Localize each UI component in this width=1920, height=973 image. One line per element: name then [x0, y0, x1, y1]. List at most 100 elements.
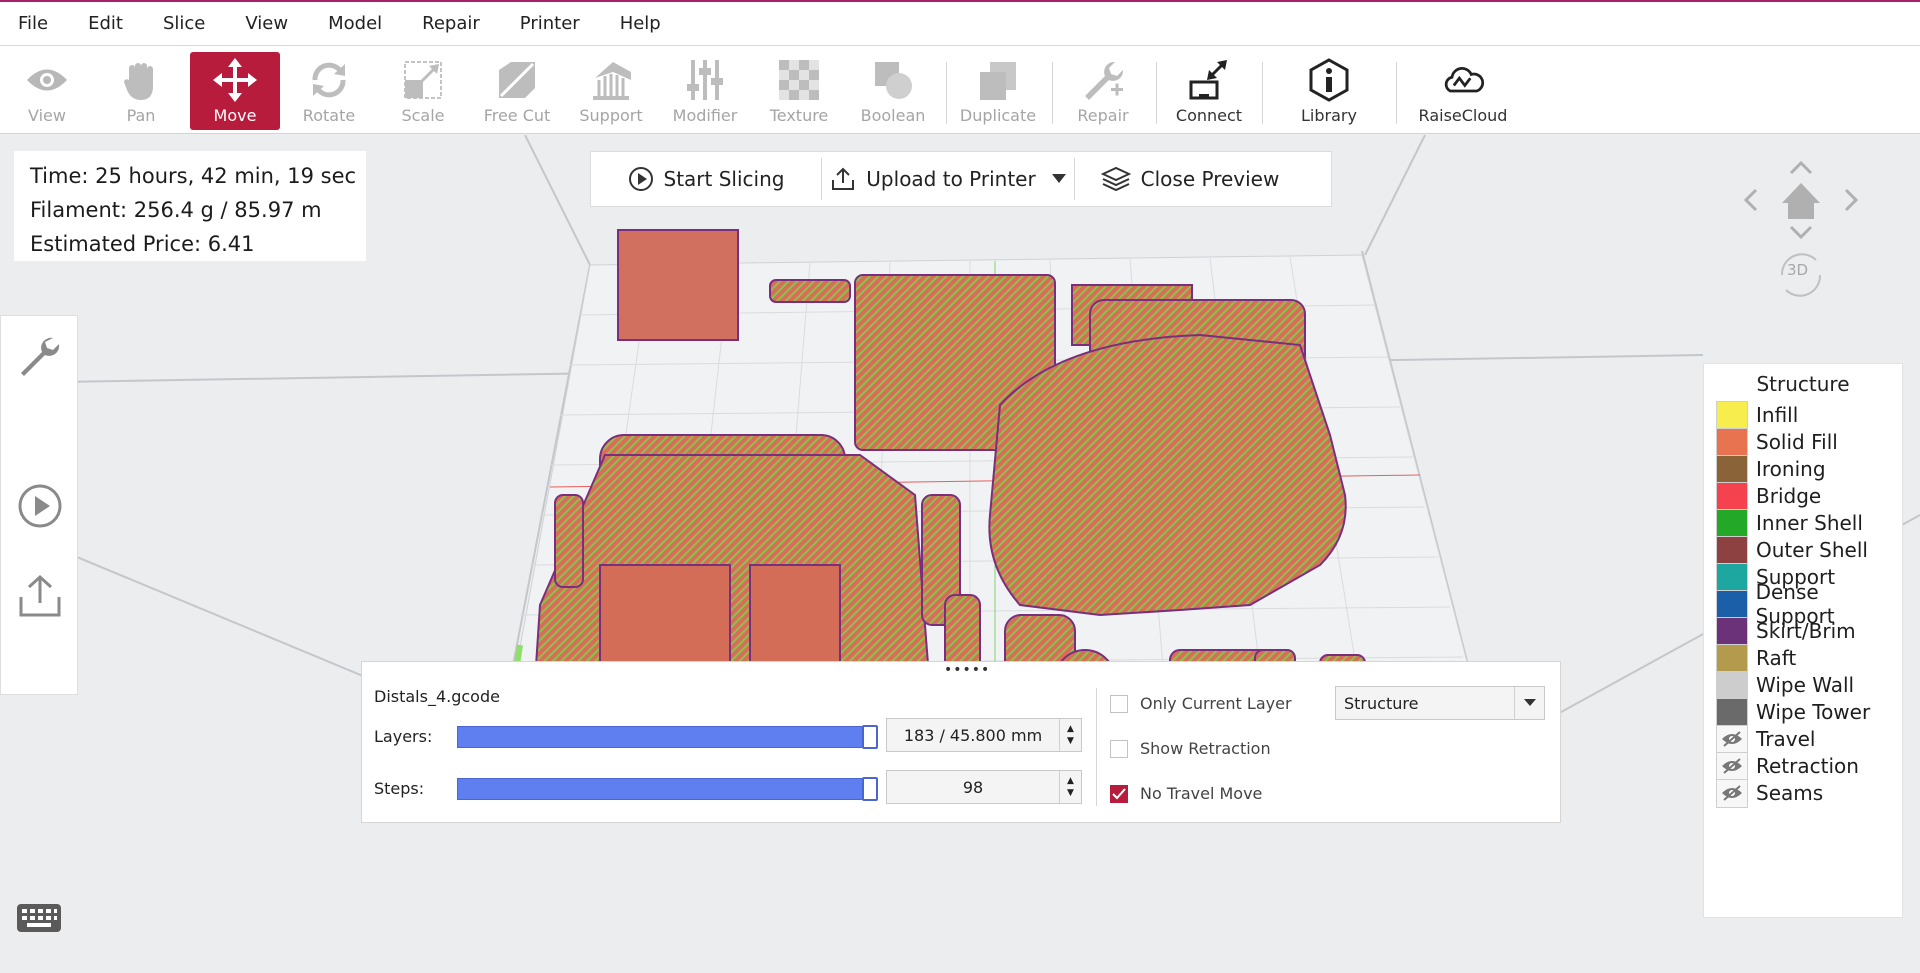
legend-item: Solid Fill [1716, 427, 1838, 457]
legend-label: Infill [1756, 403, 1799, 427]
texture-tool-button[interactable]: Texture [754, 52, 844, 130]
support-tool-button[interactable]: Support [566, 52, 656, 130]
menu-bar: File Edit Slice View Model Repair Printe… [0, 0, 1920, 46]
steps-spin-arrows[interactable]: ▲ ▼ [1059, 771, 1081, 803]
legend-item: Wipe Tower [1716, 697, 1870, 727]
view-mode-select[interactable]: Structure [1335, 686, 1545, 720]
layers-icon [1100, 166, 1131, 192]
legend-label: Skirt/Brim [1756, 619, 1856, 643]
duplicate-icon [976, 58, 1020, 102]
legend-label: Solid Fill [1756, 430, 1838, 454]
rotate-tool-button[interactable]: Rotate [284, 52, 374, 130]
steps-spinbox[interactable]: 98 ▲ ▼ [886, 770, 1082, 804]
repair-tool-button[interactable]: Repair [1058, 52, 1148, 130]
move-tool-button[interactable]: Move [190, 52, 280, 130]
panel-drag-handle[interactable]: ••••• [944, 662, 990, 678]
legend-swatch [1716, 589, 1748, 619]
toolbar-separator [1052, 62, 1053, 124]
menu-view[interactable]: View [245, 13, 288, 34]
menu-file[interactable]: File [18, 13, 48, 34]
legend-item: Raft [1716, 643, 1796, 673]
library-button[interactable]: Library [1284, 52, 1374, 130]
legend-label: Retraction [1756, 754, 1859, 778]
chevron-down-icon[interactable] [1514, 687, 1544, 719]
legend-item-toggle[interactable]: Travel [1716, 724, 1815, 754]
start-slicing-button[interactable]: Start Slicing [591, 152, 821, 206]
upload-to-printer-button[interactable]: Upload to Printer [822, 152, 1044, 206]
upload-dropdown-button[interactable] [1044, 152, 1074, 206]
3d-view-label[interactable]: 3D [1787, 261, 1808, 279]
scale-icon [401, 58, 445, 102]
nav-left-arrow [1743, 188, 1758, 212]
legend-label: Seams [1756, 781, 1824, 805]
export-upload-button[interactable] [15, 571, 65, 621]
structure-legend: Structure Infill Solid Fill Ironing Bridge I… [1703, 363, 1903, 918]
legend-item-toggle[interactable]: Seams [1716, 778, 1823, 808]
layers-spin-arrows[interactable]: ▲ ▼ [1059, 719, 1081, 751]
sliders-icon [683, 58, 727, 102]
free-cut-icon [495, 58, 539, 102]
legend-item: Outer Shell [1716, 535, 1868, 565]
duplicate-tool-button[interactable]: Duplicate [953, 52, 1043, 130]
menu-slice[interactable]: Slice [163, 13, 205, 34]
menu-printer[interactable]: Printer [520, 13, 580, 34]
view-navigation-control: 3D [1736, 145, 1866, 305]
legend-title: Structure [1756, 372, 1850, 396]
checkerboard-icon [777, 58, 821, 102]
eye-hidden-icon[interactable] [1716, 778, 1748, 808]
toolbar: View Pan Move Rotate Scale Free Cut Supp… [0, 46, 1920, 134]
support-icon [589, 58, 633, 102]
view-tool-button[interactable]: View [2, 52, 92, 130]
layers-slider-handle[interactable] [862, 725, 878, 749]
keyboard-shortcuts-icon[interactable] [16, 903, 62, 933]
legend-label: Ironing [1756, 457, 1826, 481]
menu-model[interactable]: Model [328, 13, 382, 34]
show-retraction-checkbox[interactable]: Show Retraction [1110, 739, 1271, 758]
menu-repair[interactable]: Repair [422, 13, 480, 34]
connect-button[interactable]: Connect [1164, 52, 1254, 130]
only-current-layer-checkbox[interactable]: Only Current Layer [1110, 694, 1292, 713]
connect-printer-icon [1187, 58, 1231, 102]
nav-right-arrow [1844, 188, 1859, 212]
menu-help[interactable]: Help [620, 13, 661, 34]
toolbar-separator [1156, 62, 1157, 124]
close-preview-button[interactable]: Close Preview [1075, 152, 1305, 206]
layers-label: Layers: [374, 727, 433, 746]
3d-viewport[interactable]: Time: 25 hours, 42 min, 19 sec Filament:… [0, 135, 1920, 973]
left-tool-strip [0, 315, 78, 695]
scale-tool-button[interactable]: Scale [378, 52, 468, 130]
legend-label: Raft [1756, 646, 1797, 670]
preview-play-button[interactable] [15, 481, 65, 531]
eye-hidden-icon[interactable] [1716, 724, 1748, 754]
boolean-tool-button[interactable]: Boolean [848, 52, 938, 130]
layers-slider[interactable] [457, 725, 878, 749]
raisecloud-button[interactable]: RaiseCloud [1418, 52, 1508, 130]
cloud-icon [1441, 58, 1485, 102]
preview-action-bar: Start Slicing Upload to Printer Close Pr… [590, 151, 1332, 207]
checkmark-icon[interactable] [1110, 784, 1128, 803]
checkbox-box[interactable] [1110, 694, 1128, 713]
legend-swatch [1716, 670, 1748, 700]
legend-item: Dense Support [1716, 580, 1902, 628]
modifier-tool-button[interactable]: Modifier [660, 52, 750, 130]
upload-icon [17, 573, 63, 619]
menu-edit[interactable]: Edit [88, 13, 123, 34]
legend-swatch [1716, 643, 1748, 673]
steps-slider[interactable] [457, 777, 878, 801]
legend-label: Bridge [1756, 484, 1822, 508]
toolbar-separator [946, 62, 947, 124]
layers-spinbox[interactable]: 183 / 45.800 mm ▲ ▼ [886, 718, 1082, 752]
play-circle-icon [628, 166, 654, 192]
no-travel-move-checkbox[interactable]: No Travel Move [1110, 784, 1262, 803]
steps-slider-handle[interactable] [862, 777, 878, 801]
slice-stats-panel: Time: 25 hours, 42 min, 19 sec Filament:… [14, 151, 366, 261]
legend-item-toggle[interactable]: Retraction [1716, 751, 1859, 781]
hand-icon [119, 58, 163, 102]
eye-icon [25, 58, 69, 102]
pan-tool-button[interactable]: Pan [96, 52, 186, 130]
legend-swatch [1716, 697, 1748, 727]
free-cut-tool-button[interactable]: Free Cut [472, 52, 562, 130]
eye-hidden-icon[interactable] [1716, 751, 1748, 781]
settings-wrench-button[interactable] [15, 332, 65, 382]
checkbox-box[interactable] [1110, 739, 1128, 758]
